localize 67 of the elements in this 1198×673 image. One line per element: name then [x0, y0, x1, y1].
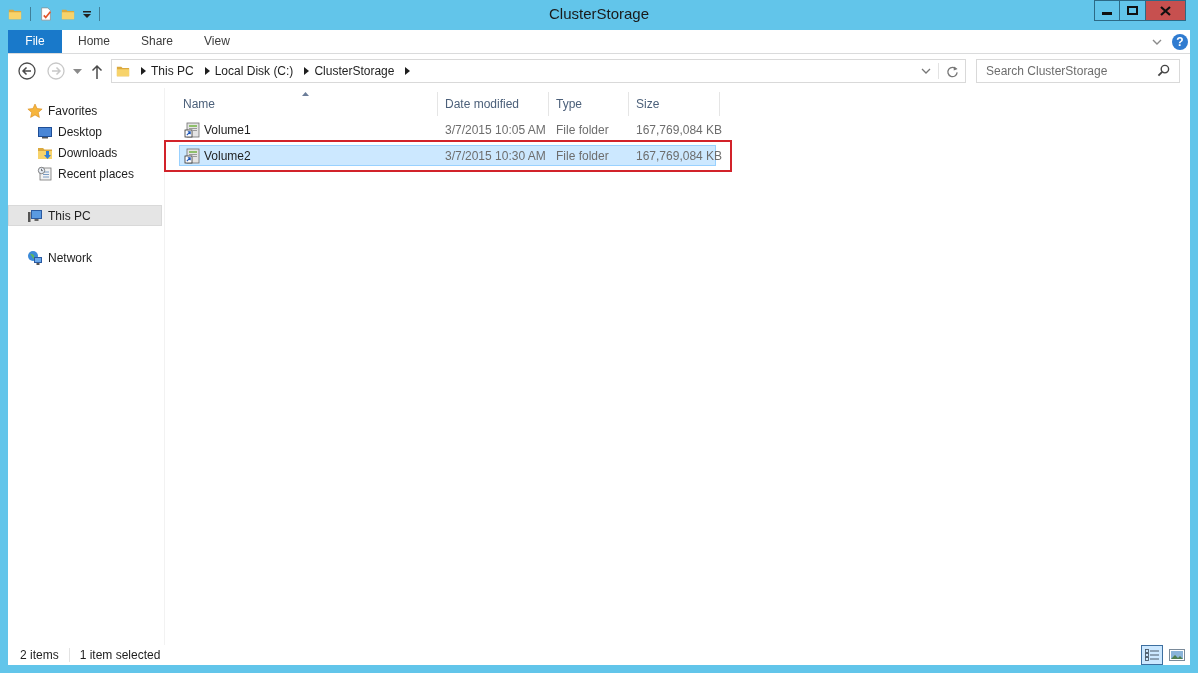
- column-header[interactable]: Date modified: [438, 92, 549, 116]
- folder-icon: [8, 7, 22, 21]
- maximize-icon: [1127, 6, 1138, 15]
- caret-down-icon: [73, 68, 82, 74]
- file-tab[interactable]: File: [8, 30, 62, 53]
- help-button[interactable]: ?: [1172, 33, 1188, 50]
- nav-pane-item[interactable]: Favorites: [8, 100, 162, 121]
- details-view-icon: [1145, 649, 1159, 661]
- document-check-icon: [39, 7, 53, 21]
- window-title: ClusterStorage: [548, 4, 650, 24]
- caret-right-icon[interactable]: [304, 67, 310, 75]
- caret-right-icon[interactable]: [405, 67, 411, 75]
- details-view-button[interactable]: [1141, 645, 1163, 665]
- item-count: 2 items: [20, 647, 59, 664]
- star-icon: [27, 102, 43, 119]
- close-button[interactable]: [1146, 0, 1186, 21]
- file-name: Volume1: [204, 121, 251, 139]
- chevron-down-icon: [1152, 38, 1162, 45]
- recent-locations-button[interactable]: [73, 68, 82, 74]
- search-icon[interactable]: [1157, 64, 1170, 77]
- dropdown-icon: [83, 10, 91, 18]
- expand-ribbon-button[interactable]: [1152, 38, 1162, 45]
- properties-button[interactable]: [39, 7, 53, 21]
- caret-right-icon[interactable]: [204, 67, 210, 75]
- sort-arrow-icon: [302, 92, 309, 96]
- nav-pane-item[interactable]: Downloads: [8, 142, 162, 163]
- column-header[interactable]: Name: [175, 92, 438, 116]
- ribbon-tab[interactable]: Home: [63, 30, 125, 53]
- modified-date: 3/7/2015 10:30 AM: [444, 148, 546, 163]
- up-button[interactable]: [91, 63, 103, 79]
- document-clock-icon: [37, 165, 53, 182]
- modified-date: 3/7/2015 10:05 AM: [444, 122, 546, 137]
- nav-pane-item[interactable]: Desktop: [8, 121, 162, 142]
- breadcrumb-link[interactable]: ClusterStorage: [314, 62, 395, 80]
- ribbon-tab[interactable]: Share: [126, 30, 189, 53]
- chevron-down-icon[interactable]: [921, 68, 931, 74]
- refresh-icon[interactable]: [946, 64, 959, 78]
- globe-monitor-icon: [27, 249, 43, 266]
- file-type: File folder: [555, 148, 609, 163]
- customize-button[interactable]: [83, 10, 91, 18]
- file-name: Volume2: [204, 147, 251, 165]
- folder-icon: [61, 7, 75, 21]
- file-size: 167,769,084 KB: [635, 148, 723, 163]
- address-bar[interactable]: This PC Local Disk (C:) ClusterStorage: [111, 59, 966, 83]
- up-arrow-icon: [91, 63, 103, 79]
- nav-pane-item[interactable]: Network: [8, 247, 162, 268]
- minimize-icon: [1102, 12, 1112, 15]
- caret-right-icon[interactable]: [141, 67, 146, 75]
- close-icon: [1160, 5, 1171, 16]
- file-size: 167,769,084 KB: [635, 122, 723, 137]
- folder-icon: [116, 64, 130, 78]
- file-type: File folder: [555, 122, 609, 137]
- column-header[interactable]: Type: [549, 92, 629, 116]
- minimize-button[interactable]: [1094, 0, 1120, 21]
- drive-shortcut-icon: [184, 147, 200, 164]
- image-view-icon: [1169, 649, 1185, 661]
- breadcrumb-link[interactable]: Local Disk (C:): [214, 62, 294, 80]
- drive-shortcut-icon: [184, 121, 200, 138]
- computer-icon: [27, 207, 43, 224]
- ribbon-tab[interactable]: View: [189, 30, 245, 53]
- nav-pane-item[interactable]: This PC: [8, 205, 162, 226]
- selection-count: 1 item selected: [79, 647, 161, 664]
- nav-pane-item[interactable]: Recent places: [8, 163, 162, 184]
- search-field[interactable]: Search ClusterStorage: [976, 59, 1180, 83]
- back-button[interactable]: [18, 62, 36, 80]
- breadcrumb-link[interactable]: This PC: [151, 62, 194, 80]
- column-header[interactable]: Size: [629, 92, 720, 116]
